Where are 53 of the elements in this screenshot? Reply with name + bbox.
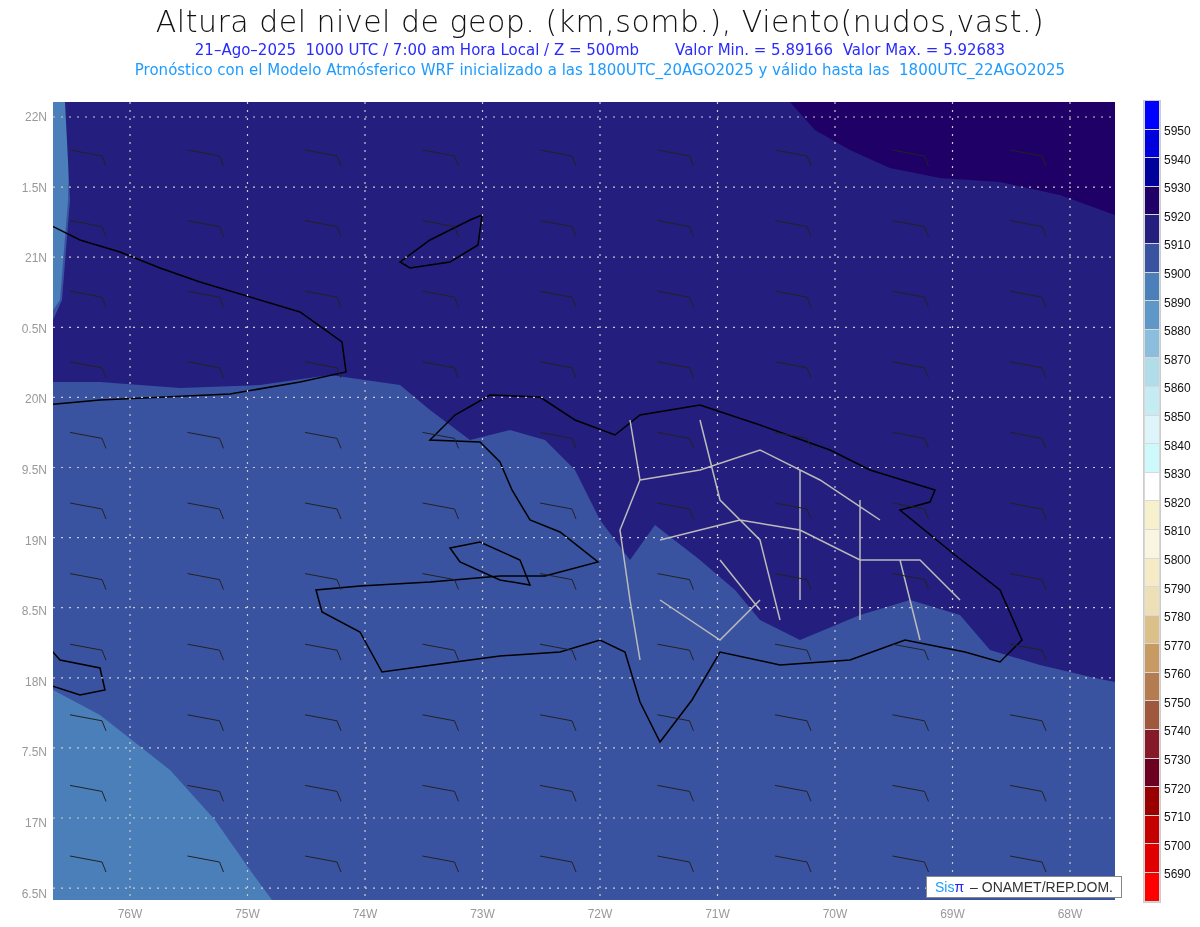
longitude-label: 71W — [704, 906, 731, 923]
colorbar-label: 5870 — [1164, 352, 1191, 367]
model-info-line: Pronóstico con el Modelo Atmósferico WRF inicializado a las 1800UTC_20AGO2025 y válido hasta las 1800UTC_22AGO2025 — [134, 60, 1066, 80]
colorbar-label: 5800 — [1164, 552, 1191, 567]
longitude-label: 72W — [586, 906, 614, 923]
value-range-line: Valor Min. = 5.89166 Valor Max. = 5.92683 — [675, 40, 1006, 60]
colorbar-label: 5910 — [1164, 238, 1191, 253]
colorbar-label: 5730 — [1164, 753, 1191, 768]
colorbar-label: 5720 — [1164, 781, 1191, 796]
longitude-label: 74W — [351, 906, 379, 923]
latitude-label: 0.5N — [21, 320, 47, 337]
latitude-label: 18N — [25, 673, 47, 690]
colorbar-label: 5760 — [1164, 667, 1191, 682]
latitude-label: 1.5N — [21, 179, 47, 196]
colorbar-label: 5700 — [1164, 838, 1191, 853]
longitude-label: 69W — [939, 906, 966, 923]
colorbar-label: 5690 — [1164, 867, 1191, 882]
colorbar-label: 5880 — [1164, 324, 1191, 339]
credit-label: Sisπ – ONAMET/REP.DOM. — [926, 876, 1122, 898]
colorbar-label: 5770 — [1164, 638, 1191, 653]
latitude-label: 20N — [25, 391, 47, 408]
longitude-label: 68W — [1056, 906, 1084, 923]
date-line: 21–Ago–2025 1000 UTC / 7:00 am Hora Local / Z = 500mb — [194, 40, 640, 60]
colorbar-label: 5950 — [1164, 124, 1191, 138]
colorbar-label: 5830 — [1164, 467, 1191, 482]
colorbar-label: 5810 — [1164, 524, 1191, 539]
longitude-label: 75W — [234, 906, 261, 923]
latitude-label: 7.5N — [21, 744, 47, 761]
latitude-label: 21N — [25, 250, 47, 267]
colorbar-label: 5900 — [1164, 266, 1191, 281]
longitude-label: 76W — [116, 906, 144, 923]
colorbar-label: 5860 — [1164, 381, 1191, 396]
colorbar-label: 5940 — [1164, 152, 1191, 167]
latitude-label: 9.5N — [21, 461, 47, 478]
chart-title: Altura del nivel de geop. (km,somb.), Viento(nudos,vast.) — [155, 4, 1045, 40]
latitude-label: 8.5N — [21, 603, 47, 620]
colorbar-label: 5740 — [1164, 724, 1191, 739]
colorbar-label: 5920 — [1164, 209, 1191, 224]
longitude-label: 70W — [821, 906, 849, 923]
latitude-label: 6.5N — [21, 885, 47, 902]
colorbar-label: 5890 — [1164, 295, 1191, 310]
colorbar-label: 5850 — [1164, 409, 1191, 424]
longitude-label: 73W — [469, 906, 496, 923]
colorbar-label: 5780 — [1164, 610, 1191, 625]
colorbar-label: 5820 — [1164, 495, 1191, 510]
colorbar-label: 5930 — [1164, 181, 1191, 196]
latitude-label: 19N — [25, 532, 47, 549]
latitude-label: 22N — [25, 109, 47, 125]
colorbar-label: 5710 — [1164, 810, 1191, 825]
colorbar-label: 5790 — [1164, 581, 1191, 596]
colorbar-label: 5750 — [1164, 695, 1191, 710]
latitude-label: 17N — [25, 814, 47, 831]
colorbar-label: 5840 — [1164, 438, 1191, 453]
